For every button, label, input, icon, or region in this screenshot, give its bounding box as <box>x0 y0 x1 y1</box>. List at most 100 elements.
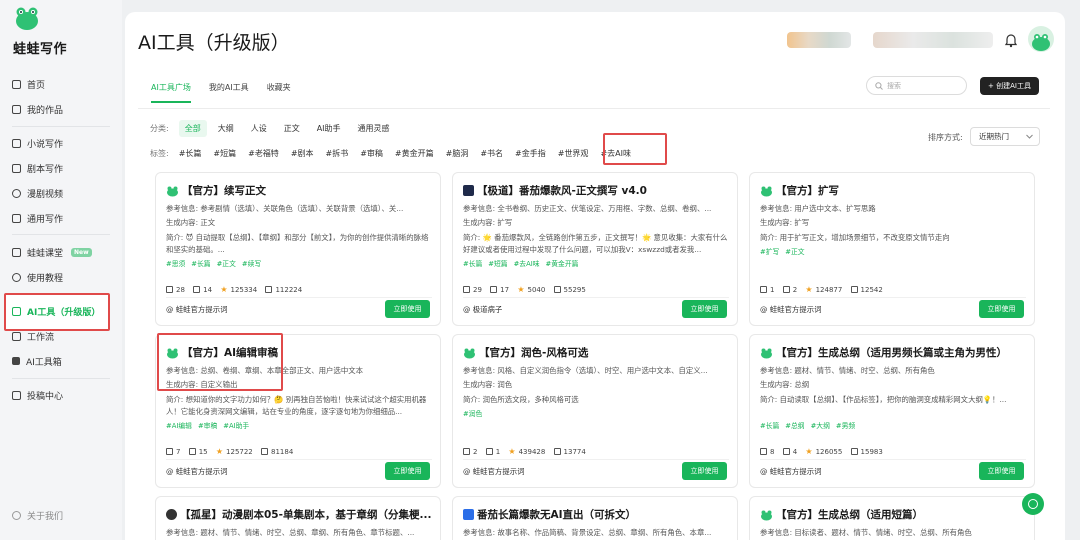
card-tag[interactable]: #思须 <box>166 258 185 268</box>
sort-select[interactable]: 近期热门 <box>970 127 1040 146</box>
tag-chip[interactable]: #世界观 <box>558 148 589 159</box>
card-tag[interactable]: #AI助手 <box>223 420 249 430</box>
nav-tutorial[interactable]: 使用教程 <box>12 268 63 286</box>
tool-card[interactable]: 【官方】续写正文 参考信息: 参考剧情（选填）、关联角色（选填）、关联背景（选填… <box>155 172 441 326</box>
tool-card[interactable]: 【官方】生成总纲（适用男频长篇或主角为男性） 参考信息: 题材、情节、情绪、时空… <box>749 334 1035 488</box>
nav-comic-video[interactable]: 漫剧视频 <box>12 184 63 202</box>
nav-label: 通用写作 <box>27 214 64 225</box>
nav-script-writing[interactable]: 剧本写作 <box>12 159 63 177</box>
tool-card[interactable]: 【极道】番茄爆款风-正文撰写 v4.0 参考信息: 全书卷纲、历史正文、伏笔设定… <box>452 172 738 326</box>
share-count: 1 <box>495 447 501 456</box>
create-ai-tool-button[interactable]: + 创建AI工具 <box>980 77 1039 95</box>
star-icon[interactable]: ★ <box>508 447 515 456</box>
nav-label: 关于我们 <box>27 511 64 522</box>
category-chip[interactable]: AI助手 <box>311 120 347 137</box>
category-chip[interactable]: 大纲 <box>212 120 240 137</box>
use-now-button[interactable]: 立即使用 <box>682 462 727 480</box>
card-title-text: 【极道】番茄爆款风-正文撰写 v4.0 <box>477 185 647 197</box>
star-icon[interactable]: ★ <box>220 285 227 294</box>
tab-my-ai-tools[interactable]: 我的AI工具 <box>209 82 249 103</box>
use-now-button[interactable]: 立即使用 <box>385 300 430 318</box>
card-tag[interactable]: #男频 <box>836 420 855 430</box>
like-icon[interactable] <box>463 286 470 293</box>
card-tag[interactable]: #去AI味 <box>514 258 540 268</box>
category-chip[interactable]: 正文 <box>278 120 306 137</box>
like-icon[interactable] <box>166 448 173 455</box>
share-icon[interactable] <box>782 286 790 293</box>
card-tag[interactable]: #润色 <box>463 408 482 418</box>
card-title: 【官方】生成总纲（适用男频长篇或主角为男性） <box>760 345 1007 360</box>
card-desc: 简介: 润色所选文段，多种风格可选 <box>463 395 579 404</box>
like-icon[interactable] <box>760 286 767 293</box>
nav-novel-writing[interactable]: 小说写作 <box>12 134 63 152</box>
share-icon[interactable] <box>188 448 196 455</box>
nav-workflow[interactable]: 工作流 <box>12 327 54 345</box>
card-stats: 7 15 ★ 125722 81184 <box>166 447 293 456</box>
nav-ai-toolbox[interactable]: AI工具箱 <box>12 352 62 370</box>
card-tag[interactable]: #AI编辑 <box>166 420 192 430</box>
nav-classroom[interactable]: 蛙蛙课堂 New <box>12 243 92 261</box>
share-icon[interactable] <box>193 286 201 293</box>
star-icon[interactable]: ★ <box>805 447 812 456</box>
star-icon[interactable]: ★ <box>517 285 524 294</box>
card-tag[interactable]: #长篇 <box>760 420 779 430</box>
like-icon[interactable] <box>463 448 470 455</box>
card-tag[interactable]: #长篇 <box>463 258 482 268</box>
nav-home[interactable]: 首页 <box>12 75 45 93</box>
nav-submission[interactable]: 投稿中心 <box>12 386 63 404</box>
like-icon[interactable] <box>166 286 173 293</box>
tag-chip[interactable]: #审稿 <box>360 148 383 159</box>
card-tag[interactable]: #正文 <box>785 246 804 256</box>
search-input[interactable]: 搜索 <box>866 76 967 95</box>
card-tag[interactable]: #审稿 <box>198 420 217 430</box>
use-now-button[interactable]: 立即使用 <box>979 300 1024 318</box>
frog-logo-icon[interactable] <box>14 6 40 32</box>
category-chip[interactable]: 全部 <box>178 120 207 137</box>
share-icon[interactable] <box>490 286 498 293</box>
tab-favorites[interactable]: 收藏夹 <box>267 82 291 103</box>
tab-ai-tool-plaza[interactable]: AI工具广场 <box>151 82 191 103</box>
main-panel: AI工具（升级版） AI工具广场 我的AI工具 收藏夹 搜索 + 创建AI工具 … <box>125 12 1065 540</box>
category-chip[interactable]: 通用灵感 <box>352 120 396 137</box>
card-tag[interactable]: #正文 <box>217 258 236 268</box>
tag-chip[interactable]: #金手指 <box>515 148 546 159</box>
tag-chip[interactable]: #黄金开篇 <box>395 148 434 159</box>
tag-chip[interactable]: #长篇 <box>179 148 202 159</box>
tool-card[interactable]: 【官方】扩写 参考信息: 用户选中文本、扩写思路 生成内容: 扩写 简介: 用于… <box>749 172 1035 326</box>
card-title: 【官方】续写正文 <box>166 183 266 198</box>
tool-card[interactable]: 【官方】润色-风格可选 参考信息: 风格、自定义润色指令（选填）、时空、用户选中… <box>452 334 738 488</box>
star-icon[interactable]: ★ <box>805 285 812 294</box>
chat-support-button[interactable] <box>1022 493 1044 515</box>
tool-card[interactable]: 番茄长篇爆款无AI直出（可拆文） 参考信息: 故事名称、作品简稿、背景设定、总纲… <box>452 496 738 540</box>
tag-chip[interactable]: #老福特 <box>248 148 279 159</box>
nav-my-works[interactable]: 我的作品 <box>12 100 63 118</box>
bell-icon[interactable] <box>1004 32 1018 48</box>
use-now-button[interactable]: 立即使用 <box>979 462 1024 480</box>
card-tag[interactable]: #长篇 <box>191 258 210 268</box>
card-tag[interactable]: #总纲 <box>785 420 804 430</box>
share-icon[interactable] <box>485 448 493 455</box>
use-now-button[interactable]: 立即使用 <box>682 300 727 318</box>
tag-chip[interactable]: #拆书 <box>326 148 349 159</box>
tag-chip[interactable]: #脑洞 <box>446 148 469 159</box>
category-chip[interactable]: 人设 <box>245 120 273 137</box>
share-icon[interactable] <box>782 448 790 455</box>
like-icon[interactable] <box>760 448 767 455</box>
use-now-button[interactable]: 立即使用 <box>385 462 430 480</box>
tool-card[interactable]: 【孤星】动漫剧本05-单集剧本，基于章纲（分集梗... 参考信息: 题材、情节、… <box>155 496 441 540</box>
tag-chip[interactable]: #剧本 <box>291 148 314 159</box>
nav-label: 工作流 <box>27 332 55 343</box>
card-tag[interactable]: #扩写 <box>760 246 779 256</box>
card-tag[interactable]: #短篇 <box>488 258 507 268</box>
nav-ai-tools[interactable]: AI工具（升级版） <box>12 302 100 320</box>
tag-chip[interactable]: #短篇 <box>213 148 236 159</box>
nav-general-writing[interactable]: 通用写作 <box>12 209 63 227</box>
avatar[interactable] <box>1028 26 1054 52</box>
star-icon[interactable]: ★ <box>216 447 223 456</box>
nav-about[interactable]: 关于我们 <box>12 506 63 524</box>
tag-chip[interactable]: #书名 <box>480 148 503 159</box>
card-tag[interactable]: #续写 <box>242 258 261 268</box>
card-tag[interactable]: #大纲 <box>811 420 830 430</box>
tool-card[interactable]: 【官方】生成总纲（适用短篇） 参考信息: 目标读者、题材、情节、情绪、时空、总纲… <box>749 496 1035 540</box>
card-tag[interactable]: #黄金开篇 <box>546 258 579 268</box>
